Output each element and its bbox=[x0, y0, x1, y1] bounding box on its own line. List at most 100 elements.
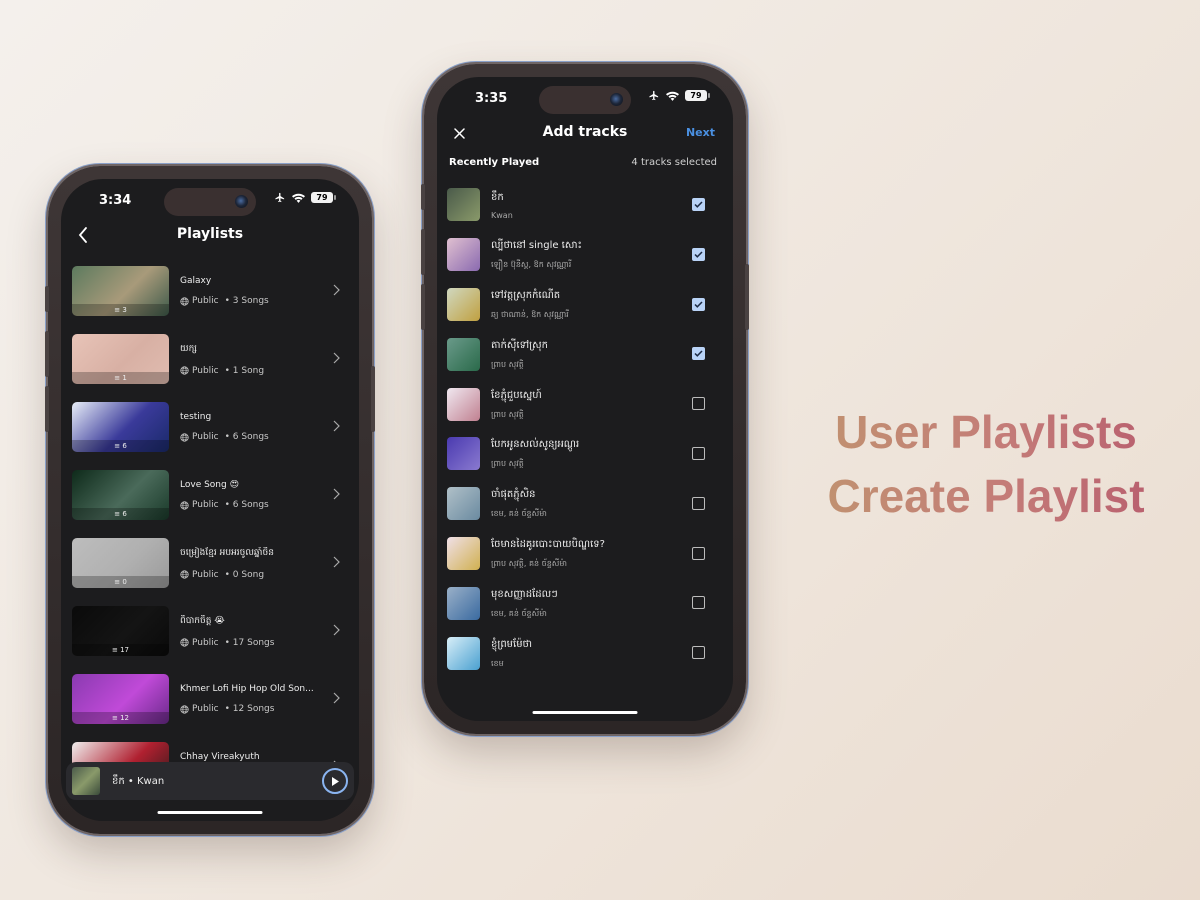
playlist-song-total: • 1 Song bbox=[224, 365, 265, 376]
playlist-item[interactable]: ≡ 3 Galaxy Public • 3 Songs bbox=[72, 257, 348, 325]
playlist-item[interactable]: ≡ 6 Love Song 😍 Public • 6 Songs bbox=[72, 461, 348, 529]
playlist-visibility: Public bbox=[192, 569, 219, 580]
dynamic-island bbox=[164, 188, 256, 216]
mini-player[interactable]: ខឹក • Kwan bbox=[66, 762, 354, 800]
playlist-info: Galaxy Public • 3 Songs bbox=[180, 276, 348, 306]
track-artist: ព្រាប សុវត្ថិ bbox=[491, 409, 524, 419]
globe-icon bbox=[180, 704, 189, 714]
track-artist: ឡឿន ប៊ុនីស្ត, ឱក សុវណ្ណារី bbox=[491, 260, 572, 270]
track-info: ខ្ញុំព្រមម៉ែថា ខេម bbox=[491, 637, 532, 670]
playlist-meta: Public • 3 Songs bbox=[180, 296, 348, 306]
track-checkbox[interactable] bbox=[692, 546, 705, 560]
track-artwork bbox=[447, 437, 480, 471]
playlist-item[interactable]: ≡ 0 ចម្រៀងខ្មែរ អបអរចូលឆ្នាំចិន Public •… bbox=[72, 529, 348, 597]
globe-icon bbox=[180, 500, 189, 510]
track-title: ខែភ្ជុំជួបស្នេហ៍ bbox=[491, 389, 542, 401]
next-button[interactable]: Next bbox=[686, 126, 715, 139]
track-artist: ព្រាប សុវត្ថិ bbox=[491, 359, 524, 369]
playlist-song-total: • 6 Songs bbox=[224, 432, 269, 442]
dynamic-island bbox=[539, 86, 631, 114]
play-button[interactable] bbox=[322, 768, 348, 794]
side-button bbox=[45, 331, 49, 377]
track-checkbox[interactable] bbox=[692, 446, 705, 460]
track-item[interactable]: ទៅវត្តស្រុកកំណើត ឆ្យ ថាណាន់, ឱក សុវណ្ណារ… bbox=[447, 280, 723, 330]
playlist-info: ចម្រៀងខ្មែរ អបអរចូលឆ្នាំចិន Public • 0 S… bbox=[180, 547, 348, 580]
track-artwork bbox=[447, 238, 480, 272]
queue-icon: ≡ bbox=[114, 374, 121, 382]
playlist-artwork: ≡ 12 bbox=[72, 674, 169, 724]
chevron-right-icon bbox=[333, 352, 340, 364]
chevron-right-icon bbox=[333, 692, 340, 704]
track-item[interactable]: ល្បីថានៅ single សោះ ឡឿន ប៊ុនីស្ត, ឱក សុវ… bbox=[447, 230, 723, 280]
track-artwork bbox=[447, 287, 480, 321]
globe-icon bbox=[180, 296, 189, 306]
track-item[interactable]: មុខសញ្ញាដដែលៗ ខេម, គន់ ច័ន្ទសីម៉ា bbox=[447, 578, 723, 628]
playlist-item[interactable]: ≡ 6 testing Public • 6 Songs bbox=[72, 393, 348, 461]
song-count-badge: ≡ 6 bbox=[72, 440, 169, 452]
playlist-item[interactable]: ≡ 12 Khmer Lofi Hip Hop Old Son... Publi… bbox=[72, 665, 348, 733]
track-checkbox[interactable] bbox=[692, 397, 705, 411]
playlist-name: ចម្រៀងខ្មែរ អបអរចូលឆ្នាំចិន bbox=[180, 547, 274, 558]
playlist-artwork: ≡ 17 bbox=[72, 606, 169, 656]
track-checkbox[interactable] bbox=[692, 496, 705, 510]
track-checkbox[interactable] bbox=[692, 596, 705, 610]
track-artwork bbox=[447, 536, 480, 570]
mini-player-title: ខឹក • Kwan bbox=[112, 775, 165, 787]
song-count-badge: ≡ 17 bbox=[72, 644, 169, 656]
song-count: 12 bbox=[120, 714, 130, 722]
song-count: 6 bbox=[122, 442, 127, 450]
playlist-info: testing Public • 6 Songs bbox=[180, 412, 348, 442]
headline-line-1: User Playlists bbox=[835, 406, 1137, 458]
track-checkbox[interactable] bbox=[692, 646, 705, 660]
selected-count: 4 tracks selected bbox=[631, 157, 717, 168]
close-button[interactable] bbox=[449, 123, 469, 143]
track-checkbox[interactable] bbox=[692, 247, 705, 261]
track-item[interactable]: តាក់ស៊ីទៅស្រុក ព្រាប សុវត្ថិ bbox=[447, 329, 723, 379]
playlist-artwork: ≡ 0 bbox=[72, 538, 169, 588]
track-item[interactable]: ខឹក Kwan bbox=[447, 180, 723, 230]
track-item[interactable]: ខ្ញុំព្រមម៉ែថា ខេម bbox=[447, 628, 723, 678]
globe-icon bbox=[180, 432, 189, 442]
playlist-visibility: Public bbox=[192, 432, 219, 442]
playlist-artwork: ≡ 6 bbox=[72, 402, 169, 452]
track-checkbox[interactable] bbox=[692, 347, 705, 361]
playlist-meta: Public • 6 Songs bbox=[180, 432, 348, 442]
home-indicator bbox=[157, 811, 263, 814]
add-tracks-screen: 3:35 79 Add tracks Next Recently Played … bbox=[437, 77, 733, 721]
playlist-meta: Public • 12 Songs bbox=[180, 704, 348, 714]
track-item[interactable]: ចែមានដៃគូរបោះបាយបិណ្ឌទេ? ព្រាប សុវត្ថិ, … bbox=[447, 529, 723, 579]
playlist-artwork: ≡ 1 bbox=[72, 334, 169, 384]
play-icon bbox=[332, 776, 339, 786]
chevron-right-icon bbox=[333, 284, 340, 296]
wifi-icon bbox=[292, 193, 305, 203]
status-icons: 79 bbox=[274, 192, 336, 203]
track-checkbox[interactable] bbox=[692, 198, 705, 211]
status-icons: 79 bbox=[648, 90, 710, 101]
queue-icon: ≡ bbox=[114, 578, 121, 586]
playlist-item[interactable]: ≡ 17 ពិបាកចិត្ត 😭 Public • 17 Songs bbox=[72, 597, 348, 665]
playlist-song-total: • 3 Songs bbox=[224, 296, 269, 306]
playlist-item[interactable]: ≡ 1 យក្ស Public • 1 Song bbox=[72, 325, 348, 393]
airplane-icon bbox=[649, 90, 659, 101]
track-item[interactable]: បែកអូនសល់សូន្យអណ្ដូរ ព្រាប សុវត្ថិ bbox=[447, 429, 723, 479]
back-button[interactable] bbox=[73, 225, 93, 245]
track-artist: ឆ្យ ថាណាន់, ឱក សុវណ្ណារី bbox=[491, 309, 569, 319]
track-item[interactable]: ចាំផុតភ្ជុំសិន ខេម, គន់ ច័ន្ទសីម៉ា bbox=[447, 479, 723, 529]
playlist-meta: Public • 17 Songs bbox=[180, 638, 348, 648]
side-button bbox=[745, 264, 749, 330]
playlist-info: Khmer Lofi Hip Hop Old Son... Public • 1… bbox=[180, 684, 348, 714]
track-artwork bbox=[447, 337, 480, 371]
track-checkbox[interactable] bbox=[692, 297, 705, 311]
playlist-song-total: • 6 Songs bbox=[224, 500, 269, 510]
chevron-right-icon bbox=[333, 420, 340, 432]
queue-icon: ≡ bbox=[114, 306, 121, 314]
track-title: ចែមានដៃគូរបោះបាយបិណ្ឌទេ? bbox=[491, 538, 605, 550]
track-artist: Kwan bbox=[491, 210, 513, 220]
camera-icon bbox=[610, 93, 623, 106]
track-item[interactable]: ខែភ្ជុំជួបស្នេហ៍ ព្រាប សុវត្ថិ bbox=[447, 379, 723, 429]
playlist-list: ≡ 3 Galaxy Public • 3 Songs ≡ 1 យក្ស Pub… bbox=[72, 257, 348, 801]
section-header: Recently Played 4 tracks selected bbox=[449, 157, 717, 168]
side-button bbox=[371, 366, 375, 432]
side-button bbox=[421, 229, 425, 275]
track-artist: ព្រាប សុវត្ថិ bbox=[491, 459, 524, 469]
